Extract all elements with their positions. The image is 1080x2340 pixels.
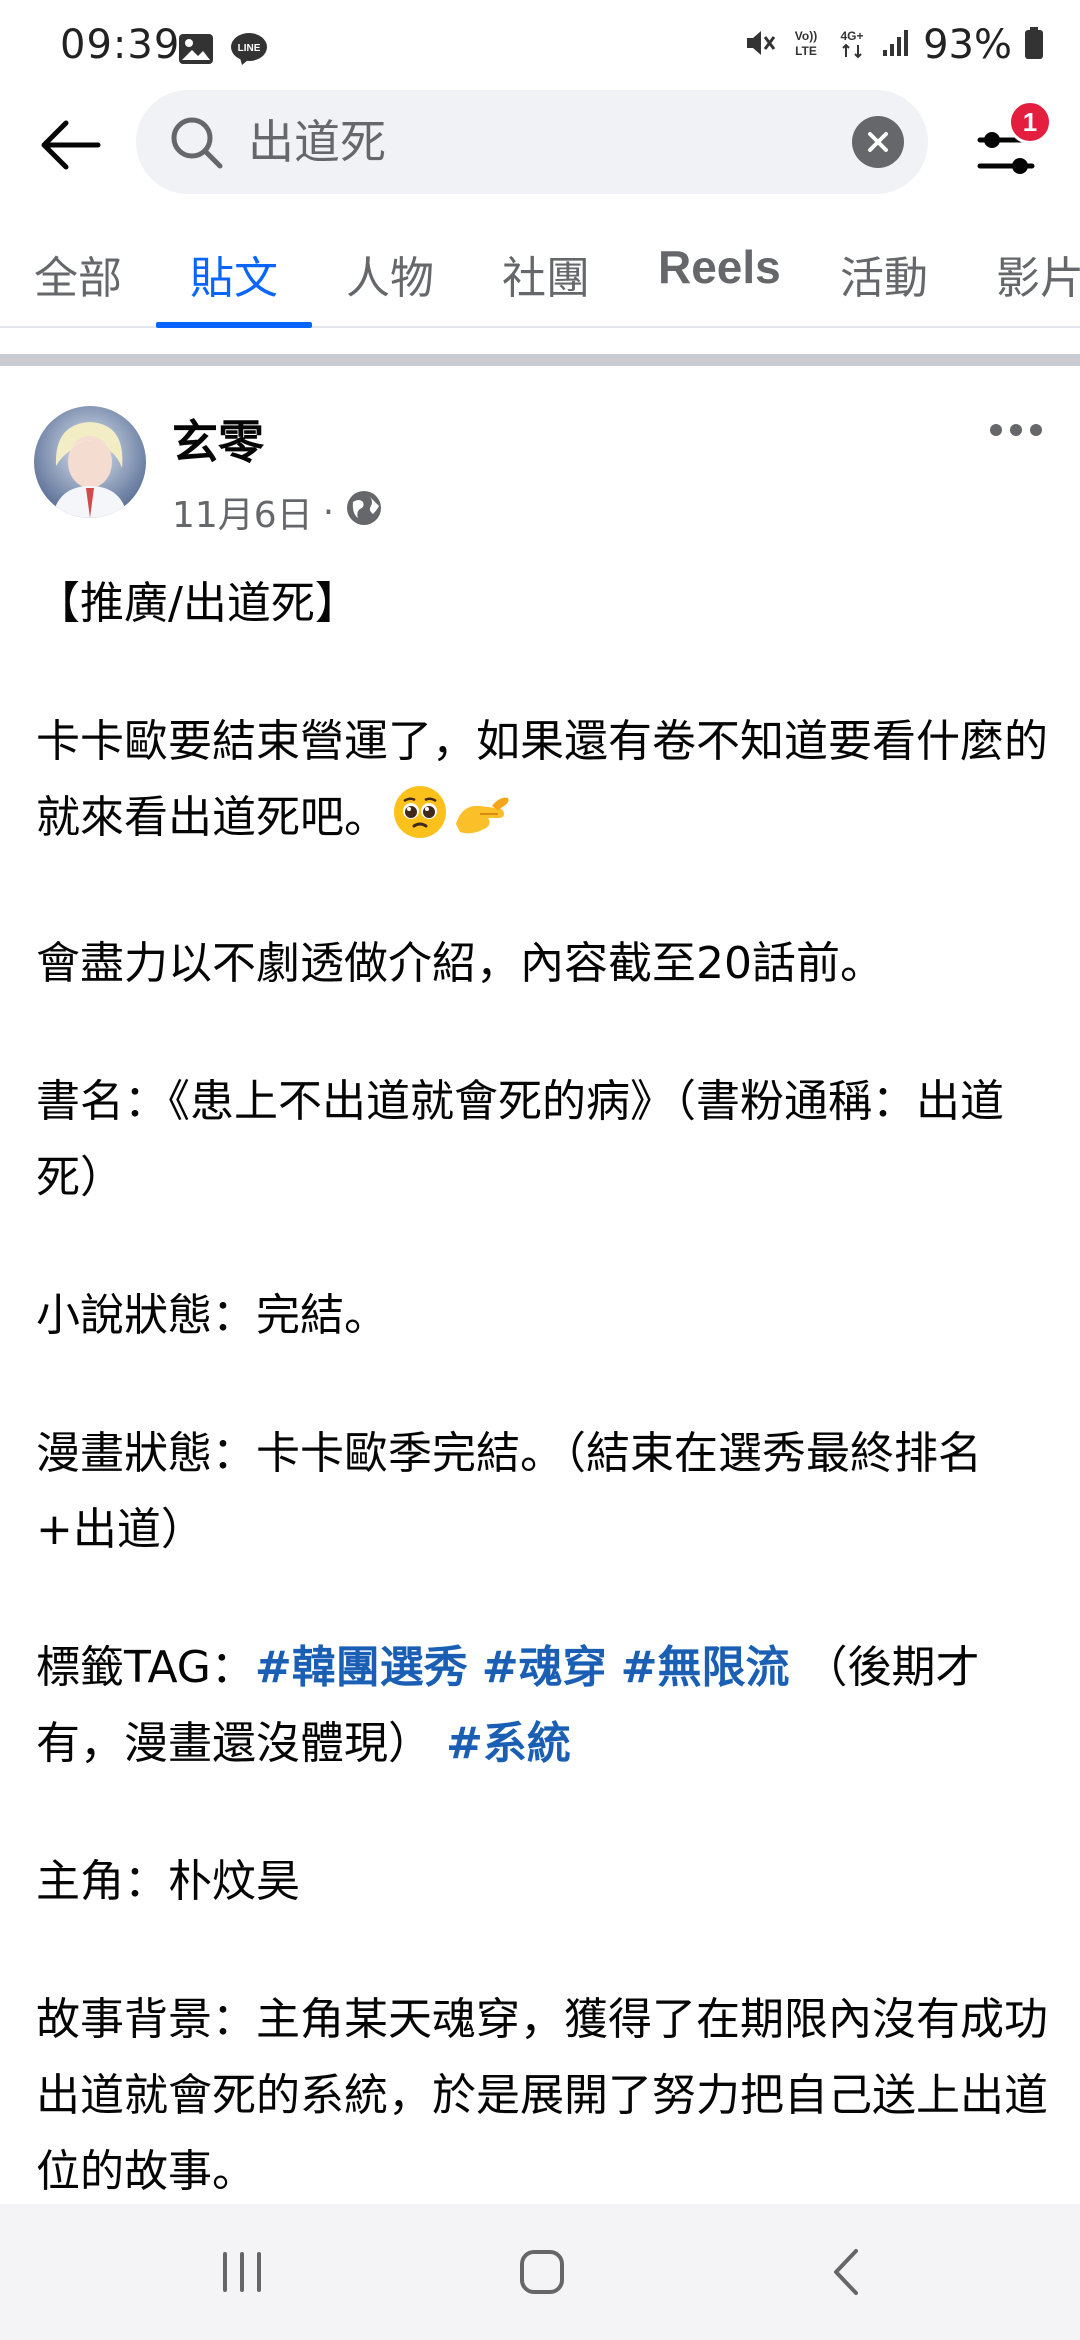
home-button[interactable]	[502, 2242, 582, 2302]
home-icon	[520, 2250, 564, 2294]
tab-videos[interactable]: 影片	[996, 242, 1080, 306]
hashtag-link[interactable]: #無限流	[621, 1642, 790, 1693]
status-time: 09:39	[60, 22, 181, 68]
post-paragraph: 卡卡歐要結束營運了，如果還有卷不知道要看什麼的就來看出道死吧。	[36, 704, 1048, 864]
post-paragraph: 【推廣/出道死】	[36, 578, 359, 629]
svg-text:Vo)): Vo))	[795, 29, 817, 43]
recent-apps-button[interactable]	[202, 2242, 282, 2302]
post-body: 【推廣/出道死】 卡卡歐要結束營運了，如果還有卷不知道要看什麼的就來看出道死吧。…	[36, 566, 1048, 2210]
network-4g-icon: 4G+	[835, 26, 869, 64]
post-date[interactable]: 11月6日	[172, 486, 313, 538]
post-meta: 11月6日 ·	[172, 486, 384, 538]
battery-percent: 93%	[923, 22, 1012, 68]
status-bar: 09:39 LINE Vo)) LTE 4G+ 93%	[0, 0, 1080, 92]
gallery-icon	[178, 33, 214, 69]
signal-icon	[881, 28, 911, 62]
svg-text:LINE: LINE	[238, 43, 261, 54]
post-more-options-button[interactable]	[978, 410, 1054, 450]
mute-icon	[743, 26, 777, 64]
svg-text:LTE: LTE	[795, 44, 817, 58]
post-paragraph-tags: 標籤TAG：#韓團選秀 #魂穿 #無限流 （後期才有，漫畫還沒體現） #系統	[36, 1642, 980, 1769]
tab-events[interactable]: 活動	[840, 242, 928, 306]
more-dot	[1030, 424, 1042, 436]
system-nav-bar	[0, 2204, 1080, 2340]
meta-separator: ·	[322, 491, 335, 533]
svg-text:4G+: 4G+	[841, 29, 864, 43]
section-divider	[0, 354, 1080, 366]
post-paragraph: 故事背景：主角某天魂穿，獲得了在期限內沒有成功出道就會死的系統，於是展開了努力把…	[36, 1994, 1048, 2197]
filter-button[interactable]: 1	[962, 100, 1062, 190]
pleading-face-emoji	[392, 784, 448, 864]
screen: 09:39 LINE Vo)) LTE 4G+ 93% 出道死 1 全部 貼文 …	[0, 0, 1080, 2340]
recent-apps-icon	[223, 2252, 261, 2292]
status-notification-icons: LINE	[178, 32, 268, 70]
post-paragraph: 書名：《患上不出道就會死的病》（書粉通稱：出道死）	[36, 1076, 1004, 1203]
post-paragraph: 會盡力以不劇透做介紹，內容截至20話前。	[36, 938, 884, 989]
post-paragraph: 小說狀態：完結。	[36, 1290, 388, 1341]
author-avatar[interactable]	[34, 406, 146, 518]
tab-all[interactable]: 全部	[34, 242, 122, 306]
post-author-name[interactable]: 玄零	[172, 406, 264, 472]
tab-people[interactable]: 人物	[346, 242, 434, 306]
search-icon	[168, 114, 224, 170]
chevron-left-icon	[834, 2249, 858, 2295]
search-tabs: 全部 貼文 人物 社團 Reels 活動 影片	[0, 226, 1080, 328]
battery-icon	[1024, 26, 1044, 64]
pinched-hand-emoji	[452, 784, 512, 864]
post-paragraph: 主角：朴炆昊	[36, 1856, 300, 1907]
volte-icon: Vo)) LTE	[789, 26, 823, 64]
back-button[interactable]	[30, 110, 110, 180]
back-arrow-icon	[41, 120, 101, 170]
more-dot	[1010, 424, 1022, 436]
search-bar[interactable]	[136, 90, 928, 194]
notification-badge: 1	[1008, 100, 1052, 144]
clear-search-button[interactable]	[852, 116, 904, 168]
globe-icon	[344, 488, 384, 537]
tab-posts[interactable]: 貼文	[190, 242, 278, 306]
tab-groups[interactable]: 社團	[502, 242, 590, 306]
hashtag-link[interactable]: #系統	[446, 1718, 571, 1769]
close-icon	[868, 132, 888, 152]
system-back-button[interactable]	[806, 2242, 886, 2302]
hashtag-link[interactable]: #魂穿	[482, 1642, 607, 1693]
status-right-icons: Vo)) LTE 4G+ 93%	[743, 22, 1044, 68]
post-paragraph: 漫畫狀態：卡卡歐季完結。（結束在選秀最終排名+出道）	[36, 1428, 982, 1555]
active-tab-indicator	[156, 322, 312, 328]
hashtag-link[interactable]: #韓團選秀	[255, 1642, 468, 1693]
line-app-icon: LINE	[230, 32, 268, 70]
more-dot	[990, 424, 1002, 436]
tab-reels[interactable]: Reels	[658, 240, 781, 294]
search-input[interactable]	[248, 114, 848, 170]
